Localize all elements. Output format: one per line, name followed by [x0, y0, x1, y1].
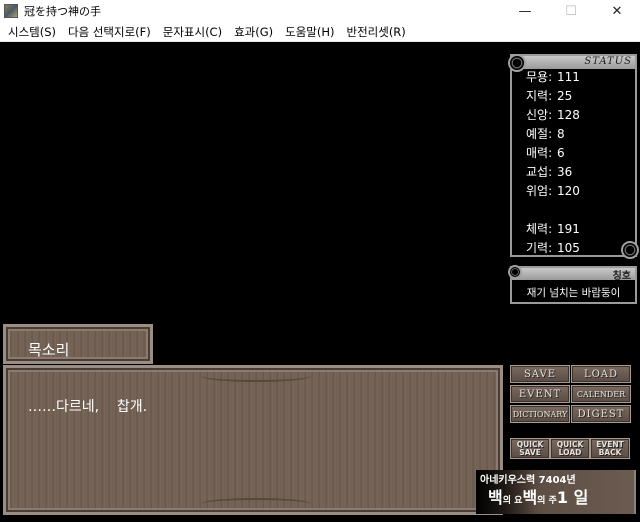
- status-title: STATUS: [584, 56, 632, 67]
- menu-text-display[interactable]: 문자표시(C): [157, 24, 228, 40]
- window-titlebar: 冠を持つ神の手 — ☐ ✕: [0, 0, 640, 22]
- load-button[interactable]: LOAD: [571, 365, 631, 383]
- dictionary-button[interactable]: DICTIONARY: [510, 405, 570, 423]
- menu-effects[interactable]: 효과(G): [228, 24, 279, 40]
- stat-row-charm: 매력: 6: [526, 146, 565, 160]
- menu-next-choice[interactable]: 다음 선택지로(F): [62, 24, 157, 40]
- speaker-name: 목소리: [28, 341, 70, 359]
- message-box[interactable]: ……다르네, 찹개.: [3, 365, 503, 515]
- date-display: 아네키우스력 7404년 백의 요백의 주1 일: [476, 470, 636, 514]
- honorific-value: 재기 넘치는 바람둥이: [526, 287, 621, 299]
- stat-row-faith: 신앙: 128: [526, 108, 580, 122]
- digest-button[interactable]: DIGEST: [571, 405, 631, 423]
- honorific-panel: 칭호 재기 넘치는 바람둥이: [508, 265, 637, 304]
- calender-button[interactable]: CALENDER: [571, 385, 631, 403]
- stat-row-stamina: 체력: 191: [526, 222, 580, 236]
- celtic-knot-icon: [621, 241, 639, 259]
- event-back-button[interactable]: EVENT BACK: [590, 438, 630, 459]
- menu-bar: 시스템(S) 다음 선택지로(F) 문자표시(C) 효과(G) 도움말(H) 반…: [0, 22, 640, 42]
- quick-save-button[interactable]: QUICK SAVE: [510, 438, 550, 459]
- stat-row-intellect: 지력: 25: [526, 89, 573, 103]
- menu-reverse-reset[interactable]: 반전리셋(R): [341, 24, 412, 40]
- menu-help[interactable]: 도움말(H): [279, 24, 340, 40]
- status-panel: STATUS 무용: 111 지력: 25 신앙: 128 예절: 8 매력: …: [508, 54, 639, 259]
- speaker-name-box: 목소리: [3, 324, 153, 364]
- window-title: 冠を持つ神の手: [24, 5, 101, 18]
- stat-row-energy: 기력: 105: [526, 241, 580, 255]
- save-button[interactable]: SAVE: [510, 365, 570, 383]
- celtic-knot-icon: [508, 54, 526, 72]
- ornament-top: [201, 370, 311, 382]
- ornament-bottom: [201, 498, 311, 510]
- date-main: 백의 요백의 주1 일: [488, 488, 589, 507]
- stat-row-negotiation: 교섭: 36: [526, 165, 573, 179]
- event-button[interactable]: EVENT: [510, 385, 570, 403]
- app-icon: [4, 4, 18, 18]
- maximize-button[interactable]: ☐: [548, 0, 594, 22]
- honorific-header-label: 칭호: [612, 271, 631, 282]
- menu-system[interactable]: 시스템(S): [2, 24, 62, 40]
- stat-row-manners: 예절: 8: [526, 127, 565, 141]
- honorific-header: 칭호: [512, 268, 635, 282]
- minimize-button[interactable]: —: [502, 0, 548, 22]
- message-text: ……다르네, 찹개.: [28, 399, 148, 415]
- celtic-knot-icon: [508, 265, 522, 279]
- quick-load-button[interactable]: QUICK LOAD: [550, 438, 590, 459]
- stat-row-dignity: 위엄: 120: [526, 184, 580, 198]
- close-button[interactable]: ✕: [594, 0, 640, 22]
- stat-row-valor: 무용: 111: [526, 70, 580, 84]
